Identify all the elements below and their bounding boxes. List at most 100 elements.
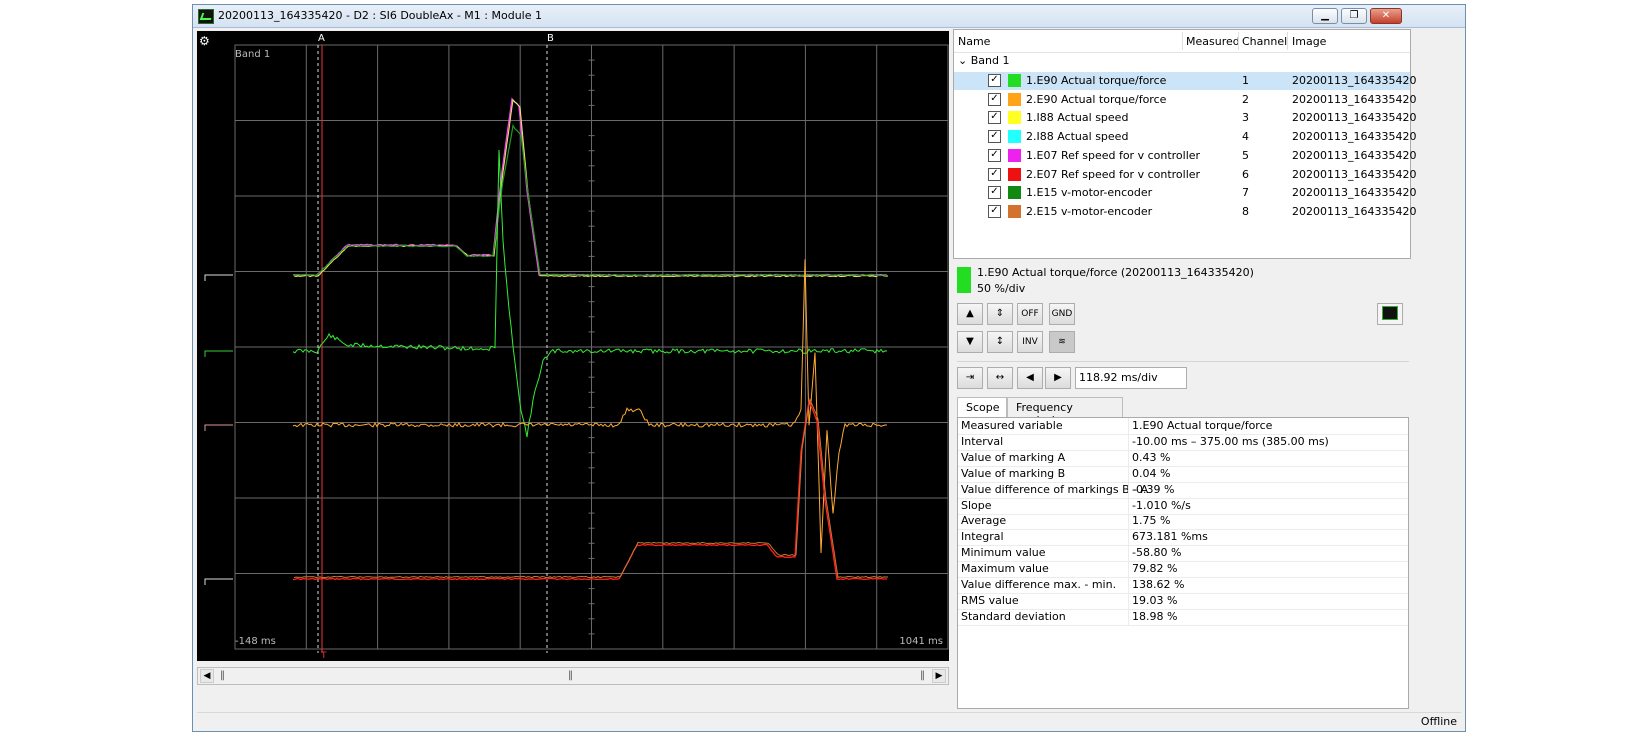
band-group[interactable]: ⌄ Band 1	[958, 54, 1009, 67]
channel-checkbox[interactable]: ✓	[988, 111, 1001, 125]
result-value: -0.39 %	[1132, 482, 1175, 496]
channel-color-swatch[interactable]	[1008, 148, 1021, 162]
channel-number: 1	[1242, 74, 1249, 87]
time-start-label: -148 ms	[235, 636, 276, 647]
move-down-button[interactable]: ▼	[957, 331, 983, 353]
channel-offset-marker	[204, 274, 233, 281]
channel-offset-marker	[204, 350, 233, 357]
selected-channel-color	[957, 267, 971, 293]
result-row: Value of marking B 0.04 %	[958, 465, 1408, 483]
marker-a-label[interactable]: A	[318, 33, 325, 44]
channel-row[interactable]: ✓ 1.E07 Ref speed for v controller 5 202001…	[954, 147, 1416, 165]
scope-canvas[interactable]	[197, 31, 949, 661]
zoom-in-vertical-button[interactable]: ⇕	[987, 303, 1013, 325]
result-key: RMS value	[961, 593, 1019, 607]
scroll-thumb-grip-icon[interactable]: ‖	[568, 670, 573, 682]
channel-name: 1.E07 Ref speed for v controller	[1026, 148, 1201, 162]
channel-image: 20200113_164335420	[1292, 130, 1417, 144]
result-value: -10.00 ms – 375.00 ms (385.00 ms)	[1132, 434, 1329, 448]
channel-color-swatch[interactable]	[1008, 130, 1021, 144]
channel-row[interactable]: ✓ 2.E07 Ref speed for v controller 6 202001…	[954, 166, 1416, 184]
channel-image: 20200113_164335420	[1292, 148, 1417, 162]
channel-name: 1.E90 Actual torque/force	[1026, 74, 1167, 87]
channel-row[interactable]: ✓ 2.E90 Actual torque/force 2 20200113_1643…	[954, 91, 1416, 109]
result-key: Measured variable	[961, 419, 1063, 432]
result-key: Maximum value	[961, 562, 1049, 576]
scope-display[interactable]: ⚙ Band 1 A B T -148 ms 1041 ms	[197, 31, 949, 661]
scroll-time-right-button[interactable]: ▶	[1045, 367, 1071, 389]
zoom-out-time-button[interactable]: ↔	[987, 367, 1013, 389]
channel-checkbox[interactable]: ✓	[988, 204, 1001, 218]
channel-color-swatch[interactable]	[1008, 167, 1021, 181]
scroll-time-left-button[interactable]: ◀	[1017, 367, 1043, 389]
channel-row[interactable]: ✓ 2.I88 Actual speed 4 20200113_164335420	[954, 128, 1416, 146]
channel-checkbox[interactable]: ✓	[988, 130, 1001, 144]
channel-name: 2.E90 Actual torque/force	[1026, 92, 1167, 106]
result-value: -1.010 %/s	[1132, 498, 1191, 512]
status-text: Offline	[1420, 715, 1457, 728]
channel-number: 6	[1242, 167, 1249, 181]
result-key: Average	[961, 514, 1007, 528]
tab-scope[interactable]: Scope	[957, 397, 1007, 418]
channel-color-swatch[interactable]	[1008, 186, 1021, 200]
channel-checkbox[interactable]: ✓	[988, 92, 1001, 106]
off-button[interactable]: OFF	[1017, 303, 1043, 325]
gear-icon[interactable]: ⚙	[199, 35, 211, 47]
channel-checkbox[interactable]: ✓	[988, 74, 1001, 87]
trace-ref-speed-1	[292, 97, 888, 277]
trigger-marker: T	[321, 651, 327, 661]
selected-channel-scale: 50 %/div	[977, 282, 1026, 295]
col-name[interactable]: Name	[958, 35, 990, 48]
col-image[interactable]: Image	[1292, 35, 1326, 48]
tab-frequency-analysis[interactable]: Frequency analysis	[1007, 397, 1123, 427]
selected-channel-title: 1.E90 Actual torque/force (20200113_1643…	[977, 266, 1254, 279]
gnd-button[interactable]: GND	[1049, 303, 1075, 325]
scroll-end-grip-icon[interactable]: ‖	[920, 670, 925, 682]
zoom-in-time-button[interactable]: ⇥	[957, 367, 983, 389]
scope-app-icon	[198, 9, 214, 24]
result-row: Value of marking A 0.43 %	[958, 449, 1408, 467]
minimize-button[interactable]: ▁	[1312, 8, 1338, 24]
channel-color-swatch[interactable]	[1008, 111, 1021, 125]
channel-color-swatch[interactable]	[1008, 74, 1021, 87]
channel-name: 2.E15 v-motor-encoder	[1026, 204, 1153, 218]
move-up-button[interactable]: ▲	[957, 303, 983, 325]
close-button[interactable]: ✕	[1370, 8, 1402, 24]
zoom-out-vertical-button[interactable]: ↕	[987, 331, 1013, 353]
channel-color-swatch[interactable]	[1008, 92, 1021, 106]
col-measured[interactable]: Measured	[1186, 35, 1240, 48]
horizontal-scrollbar[interactable]: ◀ ‖ ‖ ‖ ▶	[197, 667, 949, 685]
oscilloscope-window: 20200113_164335420 - D2 : SI6 DoubleAx -…	[192, 4, 1466, 732]
result-value: 0.43 %	[1132, 450, 1171, 464]
channel-row[interactable]: ✓ 2.E15 v-motor-encoder 8 20200113_16433542…	[954, 203, 1416, 221]
invert-button[interactable]: INV	[1017, 331, 1043, 353]
channel-number: 3	[1242, 111, 1249, 125]
channel-row[interactable]: ✓ 1.E15 v-motor-encoder 7 20200113_16433542…	[954, 184, 1416, 202]
trace-torque-1	[292, 149, 888, 438]
scroll-left-button[interactable]: ◀	[200, 669, 214, 683]
overlay-toggle-button[interactable]: ≋	[1049, 331, 1075, 353]
result-key: Minimum value	[961, 546, 1046, 560]
overlay-icon: ≋	[1058, 337, 1066, 347]
scroll-right-button[interactable]: ▶	[932, 669, 946, 683]
result-row: Standard deviation 18.98 %	[958, 608, 1408, 626]
result-value: -58.80 %	[1132, 546, 1182, 560]
maximize-button[interactable]: ❐	[1341, 8, 1367, 24]
channel-checkbox[interactable]: ✓	[988, 186, 1001, 200]
time-per-div-field[interactable]: 118.92 ms/div	[1075, 367, 1187, 389]
export-chart-button[interactable]	[1377, 303, 1403, 325]
channel-row[interactable]: ✓ 1.E90 Actual torque/force 1 20200113_1643…	[954, 72, 1416, 90]
collapse-chevron-icon[interactable]: ⌄	[958, 54, 967, 67]
channel-checkbox[interactable]: ✓	[988, 148, 1001, 162]
channel-color-swatch[interactable]	[1008, 204, 1021, 218]
channel-list-header: Name Measured Channel Image	[954, 30, 1410, 53]
channel-list: Name Measured Channel Image ⌄ Band 1 ✓ 1.…	[953, 29, 1416, 259]
channel-checkbox[interactable]: ✓	[988, 167, 1001, 181]
channel-row[interactable]: ✓ 1.I88 Actual speed 3 20200113_164335420	[954, 109, 1416, 127]
result-row: Minimum value -58.80 %	[958, 545, 1408, 563]
col-channel[interactable]: Channel	[1242, 35, 1287, 48]
scope-traces	[204, 45, 889, 653]
marker-b-label[interactable]: B	[547, 33, 554, 44]
scroll-start-grip-icon[interactable]: ‖	[220, 670, 225, 682]
channel-number: 4	[1242, 130, 1249, 144]
